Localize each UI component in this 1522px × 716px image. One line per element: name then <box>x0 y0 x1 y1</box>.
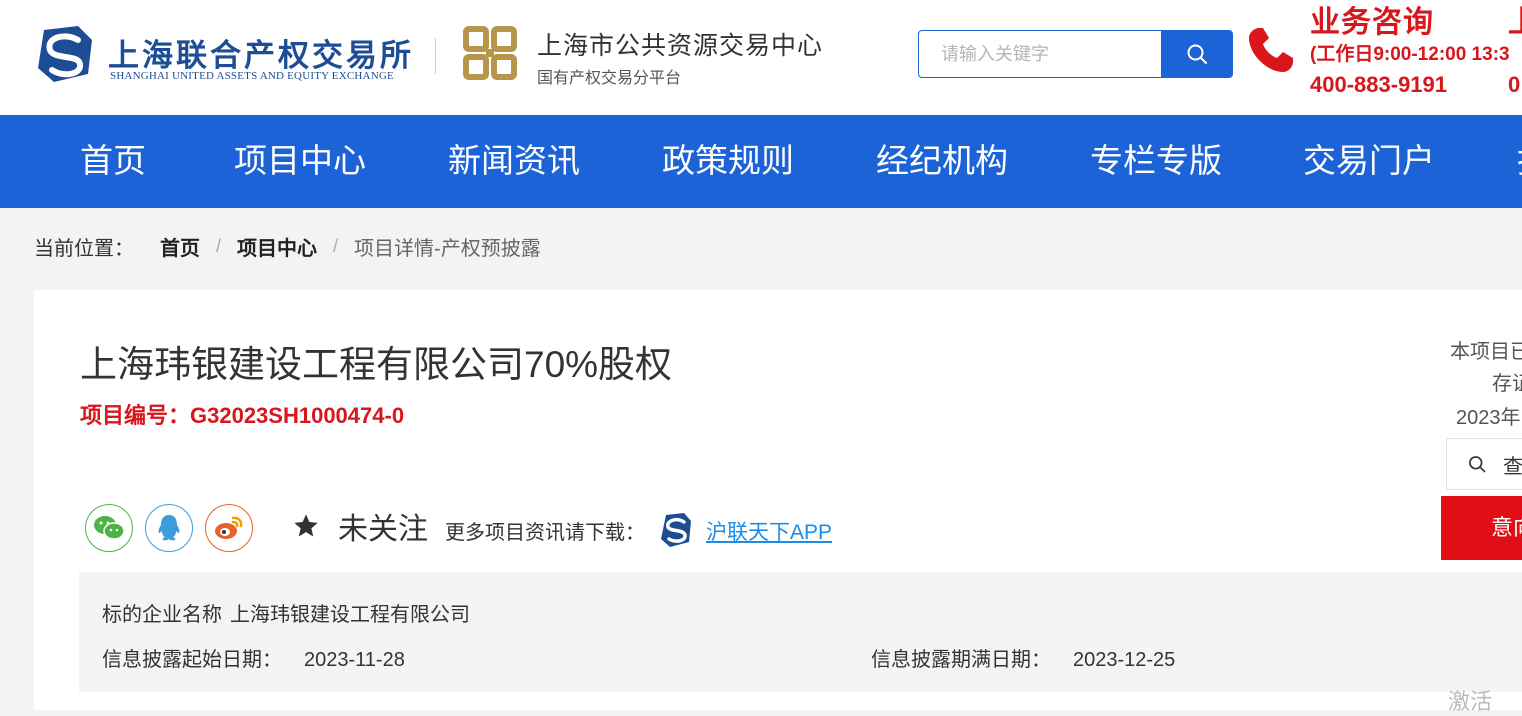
qq-icon <box>158 515 180 541</box>
hotline-number: 400-883-9191 <box>1310 72 1448 97</box>
phone-icon <box>1249 28 1293 72</box>
intent-register-button[interactable]: 意向 <box>1441 496 1522 560</box>
evidence-notice-line2: 存证 <box>1492 373 1522 395</box>
nav-item-columns[interactable]: 专栏专版 <box>1090 115 1222 208</box>
weibo-icon <box>215 516 243 539</box>
disclosure-start-value: 2023-11-28 <box>304 649 405 671</box>
hotline-hours: (工作日9:00-12:00 13:3 <box>1310 44 1510 65</box>
query-button-label: 查 <box>1503 455 1522 478</box>
company-value: 上海玮银建设工程有限公司 <box>230 604 470 626</box>
search-icon <box>1469 456 1486 473</box>
nav-item-projects[interactable]: 项目中心 <box>234 115 366 208</box>
nav-item-more[interactable]: 投 <box>1517 115 1522 208</box>
search-icon <box>1187 44 1207 64</box>
follow-label: 未关注 <box>338 513 428 546</box>
logo-english-name: SHANGHAI UNITED ASSETS AND EQUITY EXCHAN… <box>110 70 394 82</box>
disclosure-end-row: 信息披露期满日期： 2023-12-25 <box>871 643 1175 672</box>
breadcrumb-current: 项目详情-产权预披露 <box>354 238 541 260</box>
disclosure-end-label: 信息披露期满日期： <box>871 649 1051 671</box>
hotline2-number: 0 <box>1508 72 1521 97</box>
breadcrumb: 当前位置： 首页 / 项目中心 / 项目详情-产权预披露 <box>34 232 541 261</box>
hotline2-title: 上 <box>1508 4 1522 42</box>
nav-item-home[interactable]: 首页 <box>80 115 146 208</box>
breadcrumb-separator: / <box>333 236 339 256</box>
public-resource-center-logo[interactable]: 上海市公共资源交易中心 国有产权交易分平台 <box>461 24 861 88</box>
side-bottom-text: 激活 <box>1448 689 1493 714</box>
breadcrumb-separator: / <box>216 236 222 256</box>
center-subtitle: 国有产权交易分平台 <box>537 70 682 87</box>
public-resource-mark-icon <box>463 26 517 80</box>
nav-item-news[interactable]: 新闻资讯 <box>448 115 580 208</box>
project-code: 项目编号：G32023SH1000474-0 <box>80 403 405 428</box>
site-header: 上海联合产权交易所 SHANGHAI UNITED ASSETS AND EQU… <box>0 0 1522 115</box>
disclosure-start-label: 信息披露起始日期： <box>102 649 282 671</box>
logo-divider <box>435 38 436 74</box>
main-nav: 首页 项目中心 新闻资讯 政策规则 经纪机构 专栏专版 交易门户 投 <box>0 115 1522 208</box>
star-icon <box>294 514 318 537</box>
nav-item-portal[interactable]: 交易门户 <box>1303 115 1435 208</box>
query-evidence-button[interactable]: 查 <box>1446 438 1522 490</box>
app-download-link[interactable]: 沪联天下APP <box>706 516 832 546</box>
center-title: 上海市公共资源交易中心 <box>537 32 824 60</box>
project-card: 上海玮银建设工程有限公司70%股权 项目编号：G32023SH1000474-0… <box>34 290 1522 710</box>
disclosure-end-value: 2023-12-25 <box>1073 649 1176 671</box>
evidence-notice-line3: 2023年 <box>1456 407 1521 429</box>
nav-item-policies[interactable]: 政策规则 <box>662 115 794 208</box>
hotline-block-2: 上 0 <box>1508 4 1522 102</box>
side-panel: 本项目已 存证 2023年 查 意向 <box>1441 330 1522 570</box>
company-label: 标的企业名称 <box>102 604 222 626</box>
search-box <box>918 30 1233 78</box>
search-input[interactable] <box>919 31 1162 77</box>
sueae-logo[interactable]: 上海联合产权交易所 SHANGHAI UNITED ASSETS AND EQU… <box>34 24 434 88</box>
wechat-icon <box>94 516 125 540</box>
follow-button[interactable]: 未关注 <box>292 506 428 546</box>
hotline-block: 业务咨询 (工作日9:00-12:00 13:3 400-883-9191 <box>1310 4 1510 102</box>
search-button[interactable] <box>1161 31 1232 77</box>
app-logo-icon <box>661 513 691 547</box>
download-prompt: 更多项目资讯请下载： <box>445 522 645 544</box>
project-title: 上海玮银建设工程有限公司70%股权 <box>80 344 673 385</box>
logo-chinese-name: 上海联合产权交易所 <box>108 38 414 73</box>
project-info-box: 标的企业名称 上海玮银建设工程有限公司 信息披露起始日期： 2023-11-28 信… <box>79 572 1522 692</box>
company-row: 标的企业名称 上海玮银建设工程有限公司 <box>102 598 470 627</box>
evidence-notice-line1: 本项目已 <box>1450 341 1522 363</box>
breadcrumb-home[interactable]: 首页 <box>160 232 200 261</box>
share-qq-button[interactable] <box>145 504 193 552</box>
share-weibo-button[interactable] <box>205 504 253 552</box>
disclosure-start-row: 信息披露起始日期： 2023-11-28 <box>102 643 405 672</box>
breadcrumb-label: 当前位置： <box>34 238 134 260</box>
nav-item-brokers[interactable]: 经纪机构 <box>876 115 1008 208</box>
breadcrumb-projects[interactable]: 项目中心 <box>237 232 317 261</box>
share-wechat-button[interactable] <box>85 504 133 552</box>
sueae-logo-mark-icon <box>38 26 92 82</box>
hotline-title: 业务咨询 <box>1310 6 1434 39</box>
